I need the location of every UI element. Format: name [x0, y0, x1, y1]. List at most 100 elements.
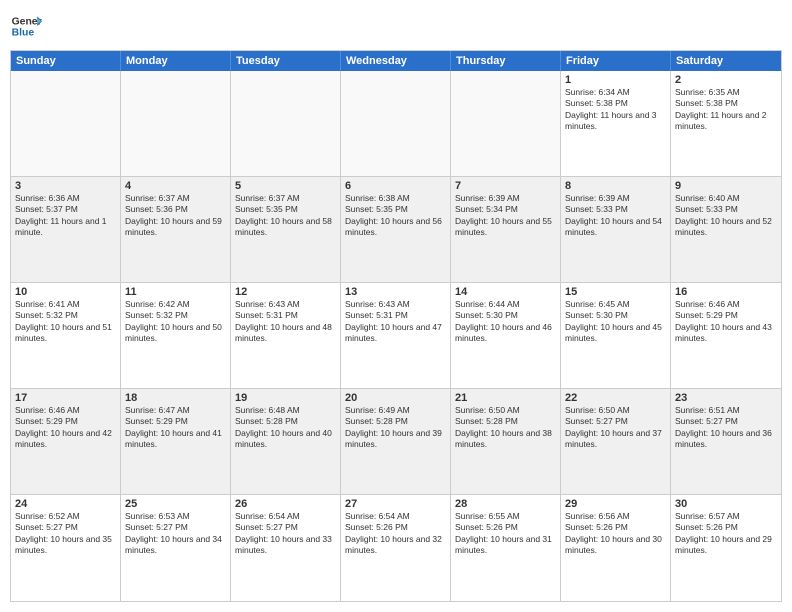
calendar-cell: 2Sunrise: 6:35 AM Sunset: 5:38 PM Daylig…: [671, 71, 781, 176]
day-info: Sunrise: 6:52 AM Sunset: 5:27 PM Dayligh…: [15, 511, 116, 557]
page-header: General Blue: [10, 10, 782, 42]
calendar-cell: [341, 71, 451, 176]
day-info: Sunrise: 6:45 AM Sunset: 5:30 PM Dayligh…: [565, 299, 666, 345]
weekday-header: Wednesday: [341, 51, 451, 71]
day-info: Sunrise: 6:50 AM Sunset: 5:27 PM Dayligh…: [565, 405, 666, 451]
calendar-cell: [231, 71, 341, 176]
day-number: 16: [675, 286, 777, 298]
calendar-cell: 15Sunrise: 6:45 AM Sunset: 5:30 PM Dayli…: [561, 283, 671, 388]
day-info: Sunrise: 6:50 AM Sunset: 5:28 PM Dayligh…: [455, 405, 556, 451]
day-number: 19: [235, 392, 336, 404]
weekday-header: Saturday: [671, 51, 781, 71]
day-info: Sunrise: 6:43 AM Sunset: 5:31 PM Dayligh…: [235, 299, 336, 345]
day-info: Sunrise: 6:35 AM Sunset: 5:38 PM Dayligh…: [675, 87, 777, 133]
calendar-cell: 1Sunrise: 6:34 AM Sunset: 5:38 PM Daylig…: [561, 71, 671, 176]
day-number: 17: [15, 392, 116, 404]
day-info: Sunrise: 6:46 AM Sunset: 5:29 PM Dayligh…: [15, 405, 116, 451]
day-number: 1: [565, 74, 666, 86]
calendar-cell: 7Sunrise: 6:39 AM Sunset: 5:34 PM Daylig…: [451, 177, 561, 282]
calendar-cell: [11, 71, 121, 176]
calendar-cell: 25Sunrise: 6:53 AM Sunset: 5:27 PM Dayli…: [121, 495, 231, 601]
calendar-cell: 6Sunrise: 6:38 AM Sunset: 5:35 PM Daylig…: [341, 177, 451, 282]
calendar-cell: [451, 71, 561, 176]
calendar-cell: 20Sunrise: 6:49 AM Sunset: 5:28 PM Dayli…: [341, 389, 451, 494]
day-info: Sunrise: 6:49 AM Sunset: 5:28 PM Dayligh…: [345, 405, 446, 451]
day-info: Sunrise: 6:57 AM Sunset: 5:26 PM Dayligh…: [675, 511, 777, 557]
day-number: 3: [15, 180, 116, 192]
day-number: 20: [345, 392, 446, 404]
day-number: 15: [565, 286, 666, 298]
day-number: 6: [345, 180, 446, 192]
day-info: Sunrise: 6:53 AM Sunset: 5:27 PM Dayligh…: [125, 511, 226, 557]
calendar-cell: 13Sunrise: 6:43 AM Sunset: 5:31 PM Dayli…: [341, 283, 451, 388]
day-info: Sunrise: 6:54 AM Sunset: 5:27 PM Dayligh…: [235, 511, 336, 557]
calendar-header: SundayMondayTuesdayWednesdayThursdayFrid…: [11, 51, 781, 71]
day-number: 29: [565, 498, 666, 510]
calendar-cell: 24Sunrise: 6:52 AM Sunset: 5:27 PM Dayli…: [11, 495, 121, 601]
day-number: 5: [235, 180, 336, 192]
day-info: Sunrise: 6:39 AM Sunset: 5:34 PM Dayligh…: [455, 193, 556, 239]
calendar-cell: 11Sunrise: 6:42 AM Sunset: 5:32 PM Dayli…: [121, 283, 231, 388]
calendar-cell: [121, 71, 231, 176]
day-number: 9: [675, 180, 777, 192]
day-info: Sunrise: 6:42 AM Sunset: 5:32 PM Dayligh…: [125, 299, 226, 345]
calendar-cell: 27Sunrise: 6:54 AM Sunset: 5:26 PM Dayli…: [341, 495, 451, 601]
day-info: Sunrise: 6:34 AM Sunset: 5:38 PM Dayligh…: [565, 87, 666, 133]
calendar-cell: 22Sunrise: 6:50 AM Sunset: 5:27 PM Dayli…: [561, 389, 671, 494]
calendar: SundayMondayTuesdayWednesdayThursdayFrid…: [10, 50, 782, 602]
day-info: Sunrise: 6:47 AM Sunset: 5:29 PM Dayligh…: [125, 405, 226, 451]
day-number: 8: [565, 180, 666, 192]
calendar-cell: 28Sunrise: 6:55 AM Sunset: 5:26 PM Dayli…: [451, 495, 561, 601]
weekday-header: Friday: [561, 51, 671, 71]
day-number: 13: [345, 286, 446, 298]
calendar-cell: 12Sunrise: 6:43 AM Sunset: 5:31 PM Dayli…: [231, 283, 341, 388]
day-number: 28: [455, 498, 556, 510]
day-info: Sunrise: 6:55 AM Sunset: 5:26 PM Dayligh…: [455, 511, 556, 557]
logo-icon: General Blue: [10, 10, 42, 42]
day-info: Sunrise: 6:46 AM Sunset: 5:29 PM Dayligh…: [675, 299, 777, 345]
day-info: Sunrise: 6:37 AM Sunset: 5:35 PM Dayligh…: [235, 193, 336, 239]
calendar-cell: 26Sunrise: 6:54 AM Sunset: 5:27 PM Dayli…: [231, 495, 341, 601]
calendar-body: 1Sunrise: 6:34 AM Sunset: 5:38 PM Daylig…: [11, 71, 781, 601]
day-number: 30: [675, 498, 777, 510]
weekday-header: Monday: [121, 51, 231, 71]
day-info: Sunrise: 6:40 AM Sunset: 5:33 PM Dayligh…: [675, 193, 777, 239]
day-number: 10: [15, 286, 116, 298]
calendar-cell: 19Sunrise: 6:48 AM Sunset: 5:28 PM Dayli…: [231, 389, 341, 494]
day-info: Sunrise: 6:39 AM Sunset: 5:33 PM Dayligh…: [565, 193, 666, 239]
svg-text:Blue: Blue: [12, 28, 35, 39]
day-info: Sunrise: 6:37 AM Sunset: 5:36 PM Dayligh…: [125, 193, 226, 239]
day-number: 2: [675, 74, 777, 86]
weekday-header: Thursday: [451, 51, 561, 71]
calendar-cell: 21Sunrise: 6:50 AM Sunset: 5:28 PM Dayli…: [451, 389, 561, 494]
calendar-week: 24Sunrise: 6:52 AM Sunset: 5:27 PM Dayli…: [11, 495, 781, 601]
calendar-cell: 14Sunrise: 6:44 AM Sunset: 5:30 PM Dayli…: [451, 283, 561, 388]
day-info: Sunrise: 6:36 AM Sunset: 5:37 PM Dayligh…: [15, 193, 116, 239]
day-info: Sunrise: 6:48 AM Sunset: 5:28 PM Dayligh…: [235, 405, 336, 451]
day-number: 26: [235, 498, 336, 510]
calendar-cell: 16Sunrise: 6:46 AM Sunset: 5:29 PM Dayli…: [671, 283, 781, 388]
calendar-week: 17Sunrise: 6:46 AM Sunset: 5:29 PM Dayli…: [11, 389, 781, 495]
day-info: Sunrise: 6:56 AM Sunset: 5:26 PM Dayligh…: [565, 511, 666, 557]
calendar-cell: 5Sunrise: 6:37 AM Sunset: 5:35 PM Daylig…: [231, 177, 341, 282]
day-number: 23: [675, 392, 777, 404]
day-number: 4: [125, 180, 226, 192]
calendar-cell: 3Sunrise: 6:36 AM Sunset: 5:37 PM Daylig…: [11, 177, 121, 282]
day-number: 14: [455, 286, 556, 298]
day-number: 7: [455, 180, 556, 192]
calendar-cell: 8Sunrise: 6:39 AM Sunset: 5:33 PM Daylig…: [561, 177, 671, 282]
day-number: 12: [235, 286, 336, 298]
calendar-cell: 17Sunrise: 6:46 AM Sunset: 5:29 PM Dayli…: [11, 389, 121, 494]
weekday-header: Sunday: [11, 51, 121, 71]
day-info: Sunrise: 6:43 AM Sunset: 5:31 PM Dayligh…: [345, 299, 446, 345]
calendar-cell: 30Sunrise: 6:57 AM Sunset: 5:26 PM Dayli…: [671, 495, 781, 601]
day-number: 22: [565, 392, 666, 404]
day-info: Sunrise: 6:44 AM Sunset: 5:30 PM Dayligh…: [455, 299, 556, 345]
calendar-cell: 4Sunrise: 6:37 AM Sunset: 5:36 PM Daylig…: [121, 177, 231, 282]
day-info: Sunrise: 6:38 AM Sunset: 5:35 PM Dayligh…: [345, 193, 446, 239]
day-number: 18: [125, 392, 226, 404]
day-info: Sunrise: 6:54 AM Sunset: 5:26 PM Dayligh…: [345, 511, 446, 557]
calendar-cell: 29Sunrise: 6:56 AM Sunset: 5:26 PM Dayli…: [561, 495, 671, 601]
day-info: Sunrise: 6:41 AM Sunset: 5:32 PM Dayligh…: [15, 299, 116, 345]
day-number: 24: [15, 498, 116, 510]
